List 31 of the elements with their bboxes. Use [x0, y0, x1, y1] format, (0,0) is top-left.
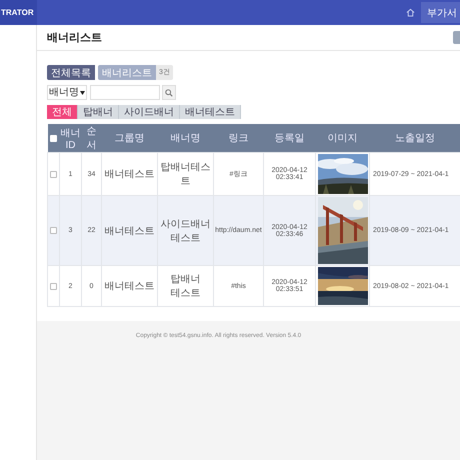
column-header: 배너ID	[60, 124, 82, 152]
search-icon	[165, 88, 173, 96]
column-header: 순서	[82, 124, 102, 152]
row-checkbox[interactable]	[50, 227, 57, 234]
filter-tab[interactable]: 배너테스트	[180, 105, 241, 119]
table-cell: 사이드배너테스트	[158, 196, 214, 266]
menu-button[interactable]: 부가서	[421, 2, 460, 23]
row-checkbox[interactable]	[50, 282, 57, 290]
column-header: 노출일정	[370, 124, 460, 152]
row-checkbox[interactable]	[50, 170, 57, 178]
table-cell: 배너테스트	[102, 266, 158, 306]
home-icon[interactable]	[406, 8, 415, 17]
select-all-checkbox[interactable]	[50, 134, 57, 142]
caret-icon	[80, 90, 85, 94]
search-button[interactable]	[162, 85, 176, 100]
page-title: 배너리스트	[47, 31, 103, 45]
search-field[interactable]	[90, 85, 160, 100]
table-cell: 배너테스트	[102, 196, 158, 266]
column-header: 그룹명	[102, 124, 158, 152]
filter-tab[interactable]: 탑배너	[78, 105, 119, 119]
table-cell: 탑배너 테스트	[158, 266, 214, 306]
column-header: 배너명	[158, 124, 214, 152]
filter-tab[interactable]: 전체	[47, 105, 78, 119]
list-button[interactable]: 전체목록	[47, 65, 95, 80]
column-header: 이미지	[316, 124, 370, 152]
search-select[interactable]: 배너명	[47, 85, 87, 100]
column-header: 링크	[214, 124, 264, 152]
brand-title: TRATOR	[0, 0, 37, 25]
filter-tab[interactable]: 사이드배너	[119, 105, 180, 119]
action-button[interactable]	[453, 31, 460, 44]
column-header: 등록일	[264, 124, 316, 152]
